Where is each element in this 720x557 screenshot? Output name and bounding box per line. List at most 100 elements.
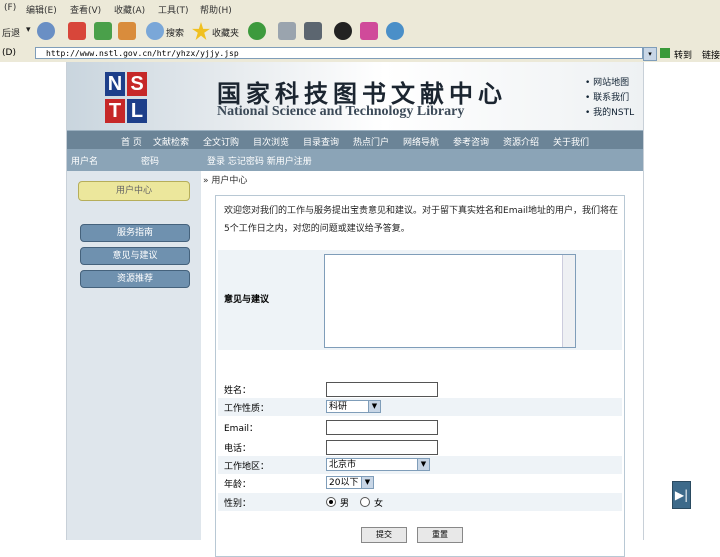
region-select[interactable]: 北京市 ▼ xyxy=(326,458,430,471)
nav-home[interactable]: 首 页 xyxy=(121,135,142,148)
resource-recommend-button[interactable]: 资源推荐 xyxy=(80,270,190,288)
logo-letter-s: S xyxy=(127,72,147,96)
quick-link-label: 联系我们 xyxy=(593,93,630,103)
favorites-button[interactable]: 收藏夹 xyxy=(212,26,239,39)
age-row: 年龄： 20以下 ▼ xyxy=(218,474,622,492)
quick-link-label: 我的NSTL xyxy=(593,108,635,118)
chevron-down-icon[interactable]: ▼ xyxy=(368,401,380,412)
menu-tools[interactable]: 工具(T) xyxy=(158,3,189,16)
edit-icon[interactable] xyxy=(304,22,322,40)
age-value: 20以下 xyxy=(329,478,359,488)
region-row: 工作地区： 北京市 ▼ xyxy=(218,456,622,474)
url-dropdown-icon[interactable]: ▾ xyxy=(643,47,657,61)
address-bar: (D) http://www.nstl.gov.cn/htr/yhzx/yjjy… xyxy=(0,46,720,63)
home-icon[interactable] xyxy=(118,22,136,40)
phone-row: 电话： xyxy=(218,438,622,456)
qq-icon[interactable] xyxy=(334,22,352,40)
occupation-row: 工作性质： 科研 ▼ xyxy=(218,398,622,416)
textarea-scrollbar[interactable] xyxy=(562,255,575,347)
reset-button[interactable]: 重置 xyxy=(417,527,463,543)
links-label[interactable]: 链接 xyxy=(702,48,720,61)
gender-female-radio[interactable] xyxy=(360,497,370,507)
feedback-textarea[interactable] xyxy=(324,254,576,348)
nav-web-guide[interactable]: 网络导航 xyxy=(403,135,439,148)
menu-edit[interactable]: 编辑(E) xyxy=(26,3,57,16)
feedback-label: 意见与建议 xyxy=(224,295,270,305)
back-button[interactable]: 后退 xyxy=(2,26,20,39)
age-label: 年龄： xyxy=(224,480,252,490)
submit-button[interactable]: 提交 xyxy=(361,527,407,543)
url-input[interactable]: http://www.nstl.gov.cn/htr/yhzx/yjjy.jsp xyxy=(35,47,643,59)
quick-link-contact[interactable]: • 联系我们 xyxy=(585,91,634,106)
messenger-icon[interactable] xyxy=(360,22,378,40)
address-label: (D) xyxy=(2,48,16,58)
nav-reference[interactable]: 参考咨询 xyxy=(453,135,489,148)
browser-menu-bar: (F) 编辑(E) 查看(V) 收藏(A) 工具(T) 帮助(H) xyxy=(0,0,720,19)
breadcrumb[interactable]: » 用户中心 xyxy=(203,173,247,186)
web-page: N S T L 国家科技图书文献中心 National Science and … xyxy=(66,62,644,557)
browser-toolbar: 后退 ▾ 搜索 收藏夹 xyxy=(0,18,720,47)
users-icon[interactable] xyxy=(386,22,404,40)
nav-toc[interactable]: 目次浏览 xyxy=(253,135,289,148)
password-label: 密码 xyxy=(141,157,160,167)
favorites-icon[interactable] xyxy=(192,22,210,40)
quick-link-sitemap[interactable]: • 网站地图 xyxy=(585,76,634,91)
chevron-down-icon[interactable]: ▼ xyxy=(361,477,373,488)
quick-link-label: 网站地图 xyxy=(593,78,630,88)
history-icon[interactable] xyxy=(248,22,266,40)
intro-text: 欢迎您对我们的工作与服务提出宝贵意见和建议。对于留下真实姓名和Email地址的用… xyxy=(224,206,618,234)
email-label: Email： xyxy=(224,424,258,434)
username-label: 用户名 xyxy=(71,157,99,167)
nav-search[interactable]: 文献检索 xyxy=(153,135,189,148)
chevron-down-icon[interactable]: ▼ xyxy=(417,459,429,470)
nav-portal[interactable]: 热点门户 xyxy=(353,135,389,148)
phone-input[interactable] xyxy=(326,440,438,455)
nav-about[interactable]: 关于我们 xyxy=(553,135,589,148)
feedback-button[interactable]: 意见与建议 xyxy=(80,247,190,265)
search-icon[interactable] xyxy=(146,22,164,40)
name-label: 姓名： xyxy=(224,386,252,396)
main-nav: 首 页 文献检索 全文订购 目次浏览 目录查询 热点门户 网络导航 参考咨询 资… xyxy=(67,130,643,150)
nstl-logo[interactable]: N S T L xyxy=(105,72,149,124)
login-links[interactable]: 登录 忘记密码 新用户注册 xyxy=(207,154,312,167)
age-select[interactable]: 20以下 ▼ xyxy=(326,476,374,489)
gender-row: 性别： 男 女 xyxy=(218,493,622,511)
forward-icon[interactable] xyxy=(37,22,55,40)
logo-letter-l: L xyxy=(127,99,147,123)
menu-view[interactable]: 查看(V) xyxy=(70,3,101,16)
menu-file[interactable]: (F) xyxy=(4,3,16,13)
email-input[interactable] xyxy=(326,420,438,435)
feedback-row: 意见与建议 xyxy=(218,250,622,350)
back-dropdown-icon[interactable]: ▾ xyxy=(26,25,31,35)
logo-letter-n: N xyxy=(105,72,125,96)
go-icon[interactable] xyxy=(660,48,670,58)
nav-resources[interactable]: 资源介绍 xyxy=(503,135,539,148)
region-value: 北京市 xyxy=(329,460,357,470)
user-center-button[interactable]: 用户中心 xyxy=(78,181,190,201)
logo-letter-t: T xyxy=(105,99,125,123)
gender-male-label: 男 xyxy=(340,499,350,509)
go-button[interactable]: 转到 xyxy=(674,48,692,61)
quick-link-my-nstl[interactable]: • 我的NSTL xyxy=(585,106,634,121)
gender-male-radio[interactable] xyxy=(326,497,336,507)
region-label: 工作地区： xyxy=(224,462,270,472)
refresh-icon[interactable] xyxy=(94,22,112,40)
search-button[interactable]: 搜索 xyxy=(166,26,184,39)
stop-icon[interactable] xyxy=(68,22,86,40)
gender-female-label: 女 xyxy=(374,499,384,509)
main-content: » 用户中心 欢迎您对我们的工作与服务提出宝贵意见和建议。对于留下真实姓名和Em… xyxy=(201,171,643,557)
nav-order[interactable]: 全文订购 xyxy=(203,135,239,148)
print-icon[interactable] xyxy=(278,22,296,40)
menu-favorites[interactable]: 收藏(A) xyxy=(114,3,145,16)
occupation-value: 科研 xyxy=(329,402,348,412)
occupation-label: 工作性质： xyxy=(224,404,270,414)
email-row: Email： xyxy=(218,418,622,436)
menu-help[interactable]: 帮助(H) xyxy=(200,3,232,16)
phone-label: 电话： xyxy=(224,444,252,454)
name-input[interactable] xyxy=(326,382,438,397)
service-guide-button[interactable]: 服务指南 xyxy=(80,224,190,242)
occupation-select[interactable]: 科研 ▼ xyxy=(326,400,381,413)
nav-catalog[interactable]: 目录查询 xyxy=(303,135,339,148)
next-slide-icon[interactable]: ▶| xyxy=(672,481,691,509)
login-bar: 用户名 密码 登录 忘记密码 新用户注册 xyxy=(67,149,643,171)
